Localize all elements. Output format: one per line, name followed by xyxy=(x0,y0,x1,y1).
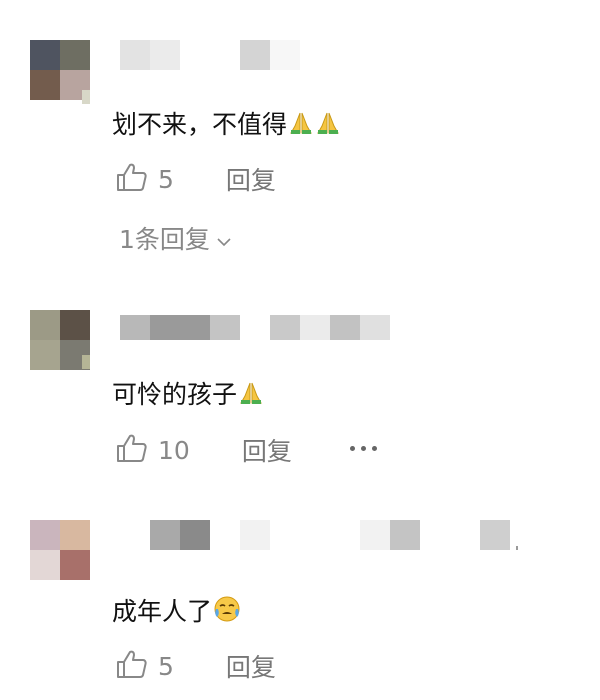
thumbs-up-icon xyxy=(116,649,148,683)
reply-button[interactable]: 回复 xyxy=(226,648,276,684)
like-button[interactable]: 5 xyxy=(116,649,174,683)
like-count: 5 xyxy=(158,651,174,681)
crying-face-icon xyxy=(213,595,241,630)
comment-item: 成年人了 5 回复 xyxy=(0,0,600,700)
comment-actions: 5 回复 xyxy=(116,649,276,683)
username-blurred[interactable] xyxy=(150,520,520,550)
comment-text-content: 成年人了 xyxy=(112,597,213,626)
comment-text: 成年人了 xyxy=(112,595,241,630)
avatar[interactable] xyxy=(30,520,90,580)
